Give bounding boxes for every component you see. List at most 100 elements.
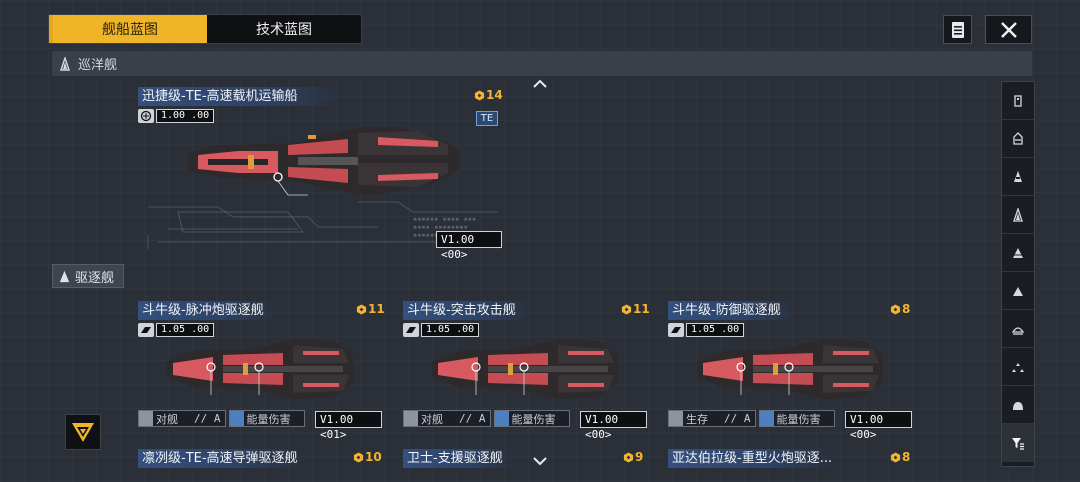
filter-battlecruiser[interactable] [1002, 158, 1034, 196]
role-tag-label: 对舰 [156, 412, 178, 426]
ship-cost: 14 [474, 88, 503, 102]
chevron-down-icon[interactable] [532, 456, 548, 466]
role-tag: 生存 // A [668, 410, 756, 427]
ship-card[interactable]: 斗牛级-脉冲炮驱逐舰 11 1.05 .00 对舰 // A 能量伤害 V1.0… [138, 301, 385, 441]
ship-cost: 9 [623, 450, 643, 464]
frigate-class-icon [1013, 286, 1023, 296]
damage-tag-label: 能量伤害 [776, 412, 821, 426]
rank-badge-button[interactable] [65, 414, 101, 450]
speed-icon [668, 323, 684, 337]
damage-tag: 能量伤害 [758, 410, 835, 427]
role-tag: 对舰 // A [403, 410, 491, 427]
document-button[interactable] [943, 15, 972, 44]
version-tag: V1.00 <00> [436, 231, 502, 261]
energy-icon [229, 411, 244, 426]
blueprint-tabbar: 舰船蓝图 技术蓝图 [48, 14, 362, 44]
ship-cost-value: 9 [635, 450, 644, 464]
ship-title: 斗牛级-防御驱逐舰 [668, 301, 798, 320]
ship-title: 迅捷级-TE-高速载机运输船 [138, 87, 343, 106]
ship-cost-value: 8 [902, 450, 911, 464]
version-tag: V1.00 <01> [315, 411, 382, 441]
energy-icon [759, 411, 774, 426]
ship-cost: 10 [353, 450, 382, 464]
ship-card-featured[interactable]: 迅捷级-TE-高速载机运输船 14 1.00 .00 TE ▪▪▪▪▪▪ ▪▪▪… [138, 87, 503, 261]
ship-tags: 生存 // A 能量伤害 [668, 410, 835, 427]
role-tag-grade: // A [459, 412, 486, 425]
ship-title: 卫士-支援驱逐舰 [403, 449, 515, 468]
role-tag-label: 对舰 [421, 412, 443, 426]
ship-card[interactable]: 斗牛级-突击攻击舰 11 1.05 .00 对舰 // A 能量伤害 V1.00… [403, 301, 650, 441]
ship-cost-value: 11 [633, 302, 650, 316]
rank-badge-icon [72, 423, 94, 442]
role-tag-label: 生存 [686, 412, 708, 426]
close-icon [1000, 21, 1017, 38]
filter-cruiser[interactable] [1002, 196, 1034, 234]
filter-battleship[interactable] [1002, 120, 1034, 158]
cruiser-ship-image [188, 127, 460, 196]
hex-currency-icon [621, 303, 632, 315]
destroyer-ship-image [697, 339, 883, 399]
section-header-destroyer[interactable]: 驱逐舰 [52, 264, 124, 288]
ship-title: 斗牛级-脉冲炮驱逐舰 [138, 301, 278, 320]
filter-corvette[interactable] [1002, 310, 1034, 348]
version-tag: V1.00 <00> [845, 411, 912, 441]
tab-tech-blueprint[interactable]: 技术蓝图 [207, 15, 361, 43]
damage-tag-label: 能量伤害 [511, 412, 556, 426]
cruiser-class-icon [60, 56, 70, 71]
role-icon [404, 411, 418, 426]
hex-currency-icon [356, 303, 367, 315]
destroyer-ship-image [432, 339, 618, 399]
battlecruiser-class-icon [1014, 170, 1022, 182]
filter-special[interactable] [1002, 386, 1034, 424]
ship-tags: 对舰 // A 能量伤害 [403, 410, 570, 427]
version-tag: V1.00 <00> [580, 411, 647, 441]
role-tag-grade: // A [194, 412, 221, 425]
ship-card[interactable]: 凛冽级-TE-高速导弹驱逐舰 10 [138, 449, 382, 482]
dome-class-icon [1013, 401, 1023, 410]
close-button[interactable] [985, 15, 1032, 44]
filter-frigate[interactable] [1002, 272, 1034, 310]
destroyer-ship-image [167, 339, 353, 399]
speed-icon [138, 323, 154, 337]
ship-title: 凛冽级-TE-高速导弹驱逐舰 [138, 449, 303, 468]
energy-icon [494, 411, 509, 426]
ship-cost-value: 14 [486, 88, 503, 102]
ship-card[interactable]: 斗牛级-防御驱逐舰 8 1.05 .00 生存 // A 能量伤害 V1.00 … [668, 301, 912, 441]
tab-ship-blueprint[interactable]: 舰船蓝图 [53, 15, 207, 43]
section-header-cruiser[interactable]: 巡洋舰 [52, 51, 1032, 76]
hex-currency-icon [890, 451, 901, 463]
carrier-class-icon [1014, 94, 1022, 107]
class-filter-sidebar [1001, 81, 1035, 467]
role-icon [669, 411, 683, 426]
destroyer-class-icon [1013, 247, 1023, 258]
filter-toggle-button[interactable] [1002, 424, 1034, 462]
hex-currency-icon [474, 89, 485, 101]
hex-currency-icon [353, 451, 364, 463]
ship-tags: 对舰 // A 能量伤害 [138, 410, 305, 427]
ship-card[interactable]: 卫士-支援驱逐舰 9 [403, 449, 647, 482]
destroyer-class-icon [59, 270, 70, 282]
ship-cost-value: 10 [365, 450, 382, 464]
chevron-up-icon[interactable] [532, 79, 548, 89]
ship-cost: 11 [621, 302, 650, 316]
fighter-class-icon [1012, 362, 1024, 372]
ship-cost: 11 [356, 302, 385, 316]
damage-tag-label: 能量伤害 [246, 412, 291, 426]
role-tag-grade: // A [724, 412, 751, 425]
damage-tag: 能量伤害 [493, 410, 570, 427]
battleship-class-icon [1013, 131, 1023, 145]
role-icon [139, 411, 153, 426]
filter-fighter[interactable] [1002, 348, 1034, 386]
hex-currency-icon [623, 451, 634, 463]
section-label: 巡洋舰 [78, 58, 118, 73]
ship-card[interactable]: 亚达伯拉级-重型火炮驱逐... 8 [668, 449, 912, 482]
ship-cost-value: 8 [902, 302, 911, 316]
section-label: 驱逐舰 [75, 270, 115, 286]
filter-carrier[interactable] [1002, 82, 1034, 120]
damage-tag: 能量伤害 [228, 410, 305, 427]
document-icon [951, 21, 964, 38]
filter-destroyer[interactable] [1002, 234, 1034, 272]
cruiser-class-icon [1013, 207, 1023, 222]
ship-cost: 8 [890, 450, 910, 464]
ship-cost: 8 [890, 302, 910, 316]
